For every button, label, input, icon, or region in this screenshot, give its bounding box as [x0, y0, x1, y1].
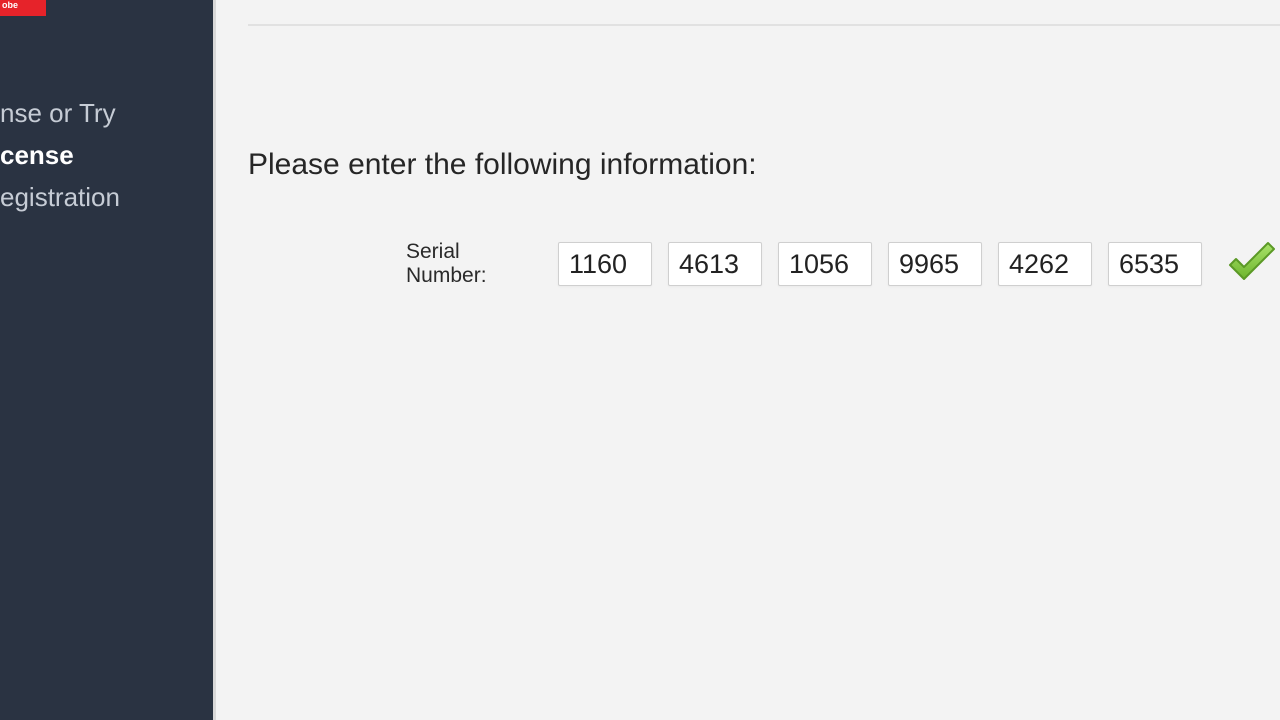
serial-input-3[interactable]	[778, 242, 872, 286]
sidebar-item-label: egistration	[0, 182, 120, 212]
logo-text-fragment: obe	[2, 0, 18, 10]
adobe-logo-badge: obe	[0, 0, 46, 16]
serial-input-5[interactable]	[998, 242, 1092, 286]
serial-number-row: Serial Number:	[406, 240, 1280, 288]
sidebar-item-label: nse or Try	[0, 98, 116, 128]
serial-input-6[interactable]	[1108, 242, 1202, 286]
sidebar-item-label: cense	[0, 140, 74, 170]
main-content: Please enter the following information: …	[216, 0, 1280, 720]
sidebar-item-license[interactable]: cense	[0, 134, 213, 176]
serial-input-4[interactable]	[888, 242, 982, 286]
sidebar-item-registration[interactable]: egistration	[0, 176, 213, 218]
sidebar: obe nse or Try cense egistration	[0, 0, 216, 720]
serial-input-2[interactable]	[668, 242, 762, 286]
prompt-text: Please enter the following information:	[248, 148, 757, 182]
serial-number-label: Serial Number:	[406, 240, 538, 288]
serial-input-1[interactable]	[558, 242, 652, 286]
checkmark-icon	[1224, 241, 1280, 287]
divider	[248, 24, 1280, 26]
sidebar-nav: nse or Try cense egistration	[0, 92, 213, 218]
sidebar-item-license-or-try[interactable]: nse or Try	[0, 92, 213, 134]
